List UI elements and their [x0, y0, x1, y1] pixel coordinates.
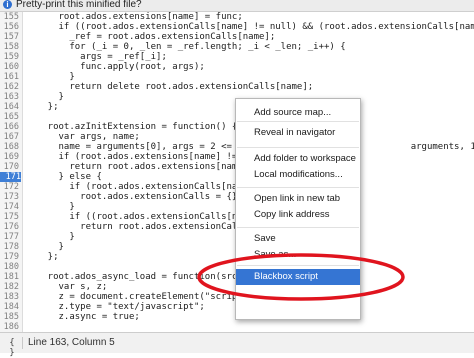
- menu-item-label: Reveal in navigator: [254, 127, 336, 138]
- code-text[interactable]: }: [26, 232, 74, 242]
- menu-item-save-as[interactable]: Save as...: [236, 247, 360, 263]
- code-text[interactable]: var args, name;: [26, 132, 140, 142]
- menu-divider: [237, 227, 359, 228]
- line-number[interactable]: 175: [0, 212, 19, 222]
- code-text[interactable]: for (_i = 0, _len = _ref.length; _i < _l…: [26, 42, 345, 52]
- code-text[interactable]: func.apply(root, args);: [26, 62, 205, 72]
- code-line[interactable]: 160 func.apply(root, args);: [0, 62, 474, 72]
- menu-item-copy-link-address[interactable]: Copy link address: [236, 207, 360, 223]
- line-number[interactable]: 168: [0, 142, 19, 152]
- code-text[interactable]: if (root.ados.extensions[name] != null): [26, 152, 270, 162]
- info-icon: i: [3, 0, 12, 9]
- breakpoint-line-number[interactable]: 171: [0, 172, 21, 182]
- line-number[interactable]: 186: [0, 322, 19, 332]
- code-text[interactable]: z.type = "text/javascript";: [26, 302, 205, 312]
- code-line[interactable]: 159 args = _ref[_i];: [0, 52, 474, 62]
- code-text[interactable]: root.ados.extensionCalls = {};: [26, 192, 243, 202]
- code-text[interactable]: z.async = true;: [26, 312, 140, 322]
- menu-divider: [237, 147, 359, 148]
- line-number[interactable]: 180: [0, 262, 19, 272]
- menu-item-label: Add folder to workspace: [254, 153, 356, 164]
- code-text[interactable]: }: [26, 202, 74, 212]
- line-number[interactable]: 162: [0, 82, 19, 92]
- menu-divider: [237, 187, 359, 188]
- line-number[interactable]: 156: [0, 22, 19, 32]
- menu-item-label: Copy link address: [254, 209, 330, 220]
- code-line[interactable]: 156 if ((root.ados.extensionCalls[name] …: [0, 22, 474, 32]
- pretty-print-infobar[interactable]: i Pretty-print this minified file?: [0, 0, 474, 12]
- line-number[interactable]: 181: [0, 272, 19, 282]
- code-line[interactable]: 161 }: [0, 72, 474, 82]
- line-number[interactable]: 178: [0, 242, 19, 252]
- line-number[interactable]: 179: [0, 252, 19, 262]
- menu-item-open-link-in-new-tab[interactable]: Open link in new tab: [236, 191, 360, 207]
- menu-item-label: Save as...: [254, 249, 297, 260]
- code-text[interactable]: } else {: [26, 172, 102, 182]
- menu-item-local-modifications[interactable]: Local modifications...: [236, 167, 360, 183]
- code-line[interactable]: 157 _ref = root.ados.extensionCalls[name…: [0, 32, 474, 42]
- code-text[interactable]: root.ados_async_load = function(src) {: [26, 272, 254, 282]
- code-text[interactable]: args = _ref[_i];: [26, 52, 167, 62]
- line-number[interactable]: 155: [0, 12, 19, 22]
- line-number[interactable]: 164: [0, 102, 19, 112]
- line-number[interactable]: 174: [0, 202, 19, 212]
- line-number[interactable]: 182: [0, 282, 19, 292]
- infobar-text: Pretty-print this minified file?: [16, 0, 142, 10]
- line-number[interactable]: 165: [0, 112, 19, 122]
- code-line[interactable]: 186: [0, 322, 474, 332]
- line-number[interactable]: 169: [0, 152, 19, 162]
- menu-item-reveal-in-navigator[interactable]: Reveal in navigator: [236, 125, 360, 141]
- menu-item-label: Add source map...: [254, 107, 332, 118]
- line-number[interactable]: 159: [0, 52, 19, 62]
- code-text[interactable]: z = document.createElement("script");: [26, 292, 260, 302]
- pretty-print-button[interactable]: { }: [6, 338, 18, 358]
- menu-item-label: Save: [254, 233, 276, 244]
- code-text[interactable]: }: [26, 72, 74, 82]
- menu-item-label: Local modifications...: [254, 169, 343, 180]
- code-text[interactable]: if ((root.ados.extensionCalls[name] != n…: [26, 22, 474, 32]
- code-text[interactable]: }: [26, 242, 64, 252]
- code-line[interactable]: 162 return delete root.ados.extensionCal…: [0, 82, 474, 92]
- menu-item-label: Open link in new tab: [254, 193, 341, 204]
- line-number[interactable]: 158: [0, 42, 19, 52]
- code-text[interactable]: };: [26, 102, 59, 112]
- code-text[interactable]: root.ados.extensions[name] = func;: [26, 12, 243, 22]
- line-number[interactable]: 161: [0, 72, 19, 82]
- code-text[interactable]: _ref = root.ados.extensionCalls[name];: [26, 32, 275, 42]
- code-line[interactable]: 158 for (_i = 0, _len = _ref.length; _i …: [0, 42, 474, 52]
- line-number[interactable]: 170: [0, 162, 19, 172]
- status-divider: [22, 337, 23, 349]
- line-number[interactable]: 173: [0, 192, 19, 202]
- line-number[interactable]: 166: [0, 122, 19, 132]
- code-text[interactable]: }: [26, 92, 64, 102]
- line-number[interactable]: 177: [0, 232, 19, 242]
- menu-item-label: Blackbox script: [254, 271, 318, 282]
- menu-divider: [237, 265, 359, 266]
- context-menu: Add source map... Reveal in navigator Add …: [235, 98, 361, 320]
- status-bar: { } Line 163, Column 5: [0, 332, 474, 358]
- line-number[interactable]: 183: [0, 292, 19, 302]
- line-number[interactable]: 184: [0, 302, 19, 312]
- menu-item-save[interactable]: Save: [236, 231, 360, 247]
- menu-item-blackbox-script[interactable]: Blackbox script: [236, 269, 360, 285]
- line-number[interactable]: 172: [0, 182, 19, 192]
- line-number[interactable]: 167: [0, 132, 19, 142]
- code-text[interactable]: };: [26, 252, 59, 262]
- code-text[interactable]: var s, z;: [26, 282, 108, 292]
- line-number[interactable]: 176: [0, 222, 19, 232]
- code-line[interactable]: 155 root.ados.extensions[name] = func;: [0, 12, 474, 22]
- code-text[interactable]: return delete root.ados.extensionCalls[n…: [26, 82, 313, 92]
- code-text[interactable]: root.azInitExtension = function() {: [26, 122, 238, 132]
- cursor-position: Line 163, Column 5: [28, 337, 115, 348]
- line-number[interactable]: 163: [0, 92, 19, 102]
- menu-item-add-folder-to-workspace[interactable]: Add folder to workspace: [236, 151, 360, 167]
- line-number[interactable]: 157: [0, 32, 19, 42]
- line-number[interactable]: 185: [0, 312, 19, 322]
- menu-divider: [237, 121, 359, 122]
- menu-item-add-source-map[interactable]: Add source map...: [236, 105, 360, 121]
- line-number[interactable]: 160: [0, 62, 19, 72]
